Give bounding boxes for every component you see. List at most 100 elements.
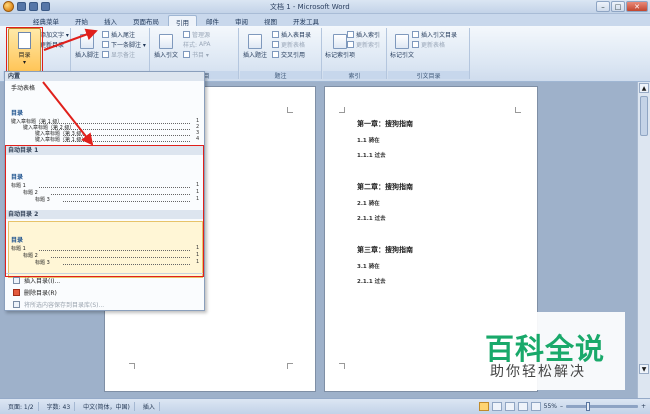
sources-icon [183,31,190,38]
chapter-heading[interactable]: 第一章：搜狗指南 [357,119,413,129]
preview-page-number: 4 [196,136,200,142]
tab-8[interactable]: 开发工具 [286,15,326,26]
minimize-button[interactable]: – [596,1,610,12]
scroll-down-icon[interactable]: ▼ [639,364,649,374]
web-layout-view-icon[interactable] [504,402,515,411]
zoom-slider[interactable] [565,402,638,411]
insert-index-button[interactable]: 插入索引 [347,30,380,39]
undo-icon[interactable] [29,2,38,11]
insert-toc-menu-item[interactable]: 插入目录(I)... [13,276,60,285]
index-icon [347,31,354,38]
show-notes-button[interactable]: 显示备注 [102,50,135,59]
insert-endnote-button[interactable]: 插入尾注 [102,30,135,39]
refresh-icon [347,41,354,48]
cross-reference-icon [272,51,279,58]
section-heading[interactable]: 3.1 骑在 [357,262,380,270]
ribbon-tabs: 经典菜单 开始 插入 页面布局 引用 邮件 审阅 视图 开发工具 [0,14,650,27]
preview-leader-line [63,141,190,142]
status-page[interactable]: 页面: 1/2 [4,402,39,411]
cross-reference-button[interactable]: 交叉引用 [272,50,305,59]
update-index-button[interactable]: 更新索引 [347,40,380,49]
caption-icon [248,34,262,49]
group-label-captions: 题注 [240,71,321,80]
next-footnote-icon [102,41,109,48]
vertical-scrollbar[interactable]: ▲ ▼ [637,82,650,398]
group-captions: 插入题注 插入表目录 更新表格 交叉引用 题注 [240,28,322,80]
footnote-icon [80,34,94,49]
tab-2[interactable]: 插入 [97,15,124,26]
maximize-button[interactable]: □ [611,1,625,12]
insert-footnote-button[interactable]: 插入脚注 [75,34,99,59]
insert-toa-button[interactable]: 插入引文目录 [412,30,457,39]
insert-citation-button[interactable]: 插入引文 [154,34,178,59]
crop-mark [515,107,521,113]
tab-7[interactable]: 视图 [257,15,284,26]
group-label-index: 索引 [323,71,386,80]
citation-icon [159,34,173,49]
annotation-highlight-toc-button [6,27,43,74]
window-controls: – □ ✕ [596,1,648,12]
zoom-in-icon[interactable]: + [641,403,646,410]
crop-mark [339,363,345,369]
book-icon [183,51,190,58]
insert-caption-button[interactable]: 插入题注 [243,34,267,59]
save-selection-icon [13,301,20,308]
office-button-icon[interactable] [3,1,14,12]
tab-0[interactable]: 经典菜单 [26,15,66,26]
annotation-highlight-auto-toc [5,145,204,277]
section-heading[interactable]: 2.1.1 过去 [357,214,386,222]
full-screen-view-icon[interactable] [491,402,502,411]
chapter-heading[interactable]: 第二章：搜狗指南 [357,182,413,192]
draft-view-icon[interactable] [530,402,541,411]
mark-entry-icon [333,34,347,49]
outline-view-icon[interactable] [517,402,528,411]
bibliography-button[interactable]: 书目 ▾ [183,50,209,59]
insert-toc-icon [13,277,20,284]
status-language[interactable]: 中文(简体，中国) [79,402,135,411]
scroll-thumb[interactable] [640,96,648,136]
section-heading[interactable]: 1.1 骑在 [357,136,380,144]
chapter-heading[interactable]: 第三章：搜狗指南 [357,245,413,255]
section-heading[interactable]: 1.1.1 过去 [357,151,386,159]
watermark-subtitle: 助你轻松解决 [490,364,586,380]
crop-mark [287,107,293,113]
status-insert-mode[interactable]: 插入 [139,402,160,411]
crop-mark [287,363,293,369]
tab-6[interactable]: 审阅 [228,15,255,26]
tab-1[interactable]: 开始 [68,15,95,26]
mark-citation-button[interactable]: 标记引文 [390,34,414,59]
tab-4[interactable]: 引用 [168,15,197,27]
update-table-button[interactable]: 更新表格 [272,40,305,49]
tab-5[interactable]: 邮件 [199,15,226,26]
insert-table-of-figures-button[interactable]: 插入表目录 [272,30,311,39]
close-button[interactable]: ✕ [626,1,648,12]
scroll-up-icon[interactable]: ▲ [639,83,649,93]
group-index: 标记索引项 插入索引 更新索引 索引 [323,28,387,80]
tab-3[interactable]: 页面布局 [126,15,166,26]
manage-sources-button[interactable]: 管理源 [183,30,210,39]
zoom-slider-knob[interactable] [586,402,591,411]
refresh-icon [412,41,419,48]
window-title: 文档 1 - Microsoft Word [270,3,350,11]
zoom-out-icon[interactable]: – [560,403,563,410]
update-toa-button[interactable]: 更新表格 [412,40,445,49]
table-of-figures-icon [272,31,279,38]
delete-toc-menu-item[interactable]: 删除目录(R) [13,288,57,297]
group-label-toa: 引文目录 [388,71,469,80]
citation-style-select[interactable]: 样式: APA [183,40,210,49]
title-bar: 文档 1 - Microsoft Word – □ ✕ [0,0,650,14]
save-selection-menu-item[interactable]: 将所选内容保存到目录库(S)... [13,300,104,309]
show-notes-icon [102,51,109,58]
print-layout-view-icon[interactable] [478,402,489,411]
delete-toc-icon [13,289,20,296]
redo-icon[interactable] [41,2,50,11]
section-heading[interactable]: 2.1.1 过去 [357,277,386,285]
save-icon[interactable] [17,2,26,11]
group-table-of-authorities: 标记引文 插入引文目录 更新表格 引文目录 [388,28,470,80]
next-footnote-button[interactable]: 下一条脚注 ▾ [102,40,146,49]
zoom-level[interactable]: 55% [544,403,557,410]
crop-mark [129,363,135,369]
status-word-count[interactable]: 字数: 43 [43,402,76,411]
section-heading[interactable]: 2.1 骑在 [357,199,380,207]
section-header-builtin: 内置 [5,72,204,81]
